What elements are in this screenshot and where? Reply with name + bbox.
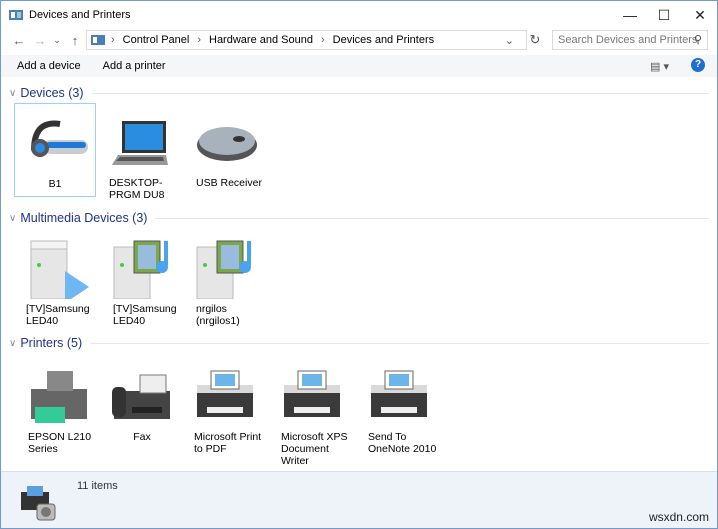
printer-icon [371, 370, 427, 417]
address-bar[interactable]: › Control Panel › Hardware and Sound › D… [86, 30, 527, 50]
details-pane: 11 items wsxdn.com [1, 471, 717, 528]
add-printer-button[interactable]: Add a printer [103, 60, 166, 72]
group-title: Devices (3) [20, 86, 84, 100]
watermark: wsxdn.com [648, 510, 709, 524]
device-desktop-prgmdu8[interactable]: DESKTOP-PRGM DU8 [99, 103, 181, 201]
devices-and-printers-window: Devices and Printers — ☐ ✕ ← → ⌄ ↑ › Con… [0, 0, 718, 529]
printer-icon [31, 371, 87, 423]
devices-and-printers-icon [21, 486, 56, 521]
printer-epson-l210[interactable]: EPSON L210 Series [18, 357, 100, 455]
back-button[interactable]: ← [9, 33, 29, 48]
device-label: [TV]Samsung LED40 [113, 303, 177, 327]
window-title: Devices and Printers [29, 9, 131, 21]
group-title: Printers (5) [20, 336, 83, 350]
close-button[interactable]: ✕ [683, 1, 717, 29]
search-placeholder: Search Devices and Printers [558, 34, 698, 46]
refresh-button[interactable]: ↻ [525, 32, 545, 48]
group-printers[interactable]: ∨ Printers (5) [9, 335, 709, 351]
search-input[interactable]: Search Devices and Printers ⚲ [552, 30, 708, 50]
breadcrumb-separator: › [320, 34, 325, 46]
printer-fax[interactable]: Fax [101, 357, 183, 451]
divider [155, 217, 709, 219]
add-device-button[interactable]: Add a device [17, 60, 81, 72]
printer-microsoft-print-to-pdf[interactable]: Microsoft Print to PDF [184, 357, 266, 455]
breadcrumb-control-panel[interactable]: Control Panel [123, 34, 190, 46]
device-label: Send To OneNote 2010 [368, 431, 437, 455]
device-usb-receiver[interactable]: USB Receiver [186, 103, 268, 197]
device-label: Microsoft XPS Document Writer [281, 431, 348, 467]
device-label: nrgilos (nrgilos1) [196, 303, 240, 327]
help-button[interactable]: ? [691, 58, 705, 72]
title-bar: Devices and Printers [1, 1, 717, 29]
group-title: Multimedia Devices (3) [20, 211, 148, 225]
view-options-button[interactable]: ▤ ▾ [650, 60, 669, 73]
item-count: 11 items [77, 480, 118, 492]
device-label: DESKTOP-PRGM DU8 [109, 177, 165, 201]
fax-icon [112, 374, 170, 419]
recent-locations-button[interactable]: ⌄ [47, 35, 67, 46]
device-label: Microsoft Print to PDF [194, 431, 262, 455]
multimedia-device-samsung-tv-1[interactable]: [TV]Samsung LED40 [16, 229, 98, 327]
breadcrumb-separator: › [197, 34, 201, 46]
group-devices[interactable]: ∨ Devices (3) [9, 85, 709, 101]
breadcrumb-hardware-and-sound[interactable]: Hardware and Sound [209, 34, 313, 46]
mouse-icon [197, 127, 257, 161]
maximize-button[interactable]: ☐ [647, 1, 681, 29]
search-icon[interactable]: ⚲ [694, 31, 702, 49]
control-panel-icon [9, 10, 23, 20]
navigation-bar: ← → ⌄ ↑ › Control Panel › Hardware and S… [1, 30, 717, 50]
printer-microsoft-xps-document-writer[interactable]: Microsoft XPS Document Writer [271, 357, 353, 467]
group-multimedia-devices[interactable]: ∨ Multimedia Devices (3) [9, 210, 709, 226]
multimedia-device-samsung-tv-2[interactable]: [TV]Samsung LED40 [103, 229, 185, 327]
divider [90, 342, 709, 344]
chevron-down-icon: ∨ [9, 337, 17, 349]
headset-icon [31, 120, 88, 157]
media-server-icon [113, 240, 168, 299]
command-bar: Add a device Add a printer ▤ ▾ ? [1, 55, 717, 77]
media-server-play-icon [30, 240, 89, 299]
chevron-down-icon: ∨ [9, 212, 17, 224]
laptop-icon [112, 121, 168, 165]
device-label: USB Receiver [196, 177, 262, 189]
multimedia-device-nrgilos[interactable]: nrgilos (nrgilos1) [186, 229, 268, 327]
device-label: Fax [133, 431, 151, 443]
device-b1[interactable]: B1 [14, 103, 96, 197]
control-panel-icon [91, 35, 105, 45]
divider [91, 92, 709, 94]
device-label: B1 [48, 178, 62, 190]
up-button[interactable]: ↑ [65, 33, 85, 48]
media-server-icon [196, 240, 251, 299]
device-label: [TV]Samsung LED40 [26, 303, 90, 327]
printer-send-to-onenote-2010[interactable]: Send To OneNote 2010 [358, 357, 440, 455]
breadcrumb-separator: › [111, 34, 115, 46]
breadcrumb-devices-and-printers[interactable]: Devices and Printers [333, 34, 435, 46]
printer-icon [197, 370, 253, 417]
chevron-down-icon: ∨ [9, 87, 17, 99]
printer-icon [284, 370, 340, 417]
device-label: EPSON L210 Series [28, 431, 92, 455]
minimize-button[interactable]: — [613, 1, 647, 29]
address-dropdown-button[interactable]: ⌄ [505, 34, 514, 47]
